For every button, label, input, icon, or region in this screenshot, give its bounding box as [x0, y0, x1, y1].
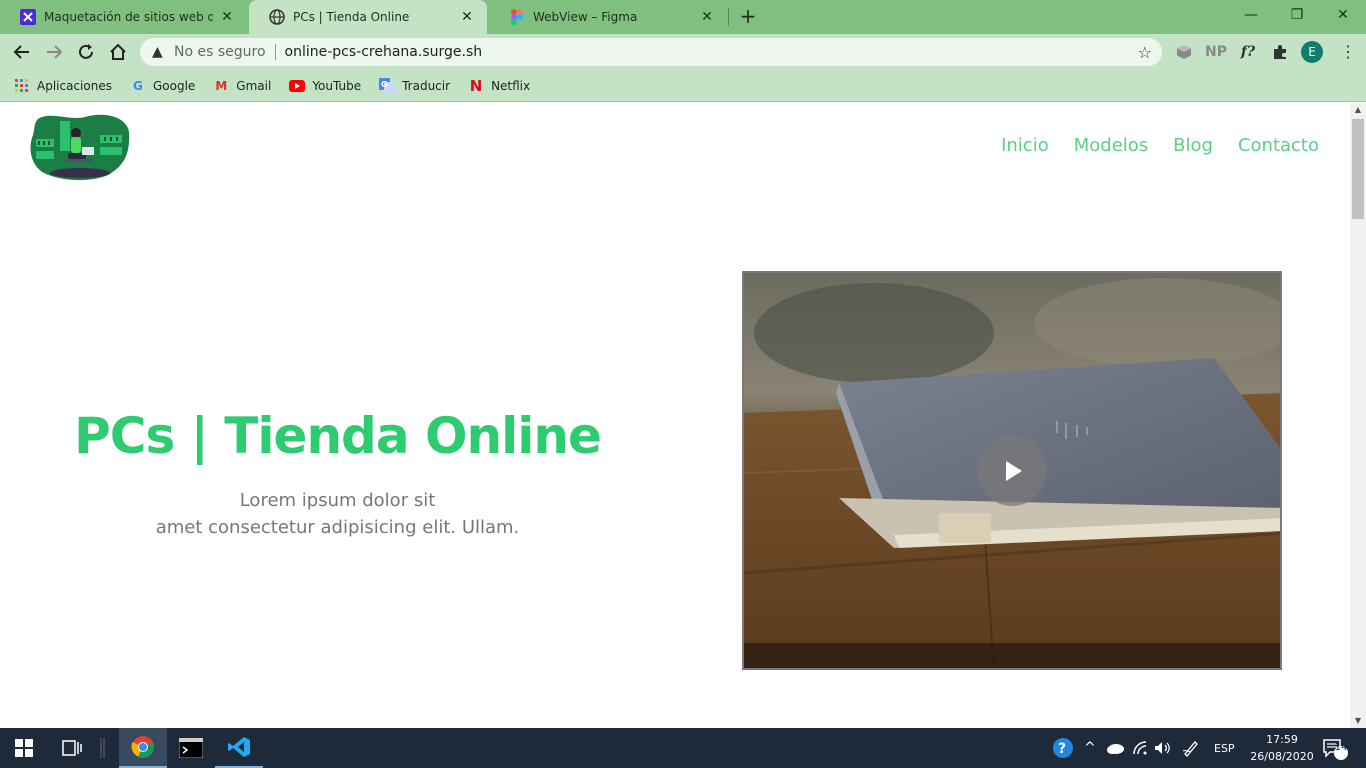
- bookmark-google[interactable]: G Google: [130, 78, 195, 94]
- hero-subtitle: Lorem ipsum dolor sit amet consectetur a…: [0, 487, 675, 541]
- bookmark-star-icon[interactable]: ☆: [1138, 43, 1152, 62]
- clock-date: 26/08/2020: [1250, 750, 1314, 763]
- cube-icon[interactable]: [1174, 42, 1194, 62]
- warning-icon[interactable]: ▲: [152, 44, 170, 60]
- scrollbar-thumb[interactable]: [1352, 119, 1364, 219]
- svg-text:G: G: [381, 80, 388, 89]
- figma-icon: [509, 9, 525, 25]
- taskbar: ? ^ ESP 17:59 26/08/2020 14: [0, 728, 1366, 768]
- hero-subtitle-line-1: Lorem ipsum dolor sit: [239, 490, 436, 511]
- tab-title: WebView – Figma: [533, 10, 638, 24]
- pen-ink-icon[interactable]: [1182, 728, 1200, 768]
- tab-title: PCs | Tienda Online: [293, 10, 410, 24]
- language-indicator[interactable]: ESP: [1214, 728, 1235, 768]
- help-icon[interactable]: ?: [1052, 728, 1074, 768]
- bookmark-youtube[interactable]: YouTube: [289, 78, 361, 94]
- hero-subtitle-line-2: amet consectetur adipisicing elit. Ullam…: [155, 517, 520, 538]
- puzzle-icon[interactable]: [1270, 42, 1290, 62]
- taskbar-divider: [100, 728, 106, 768]
- chrome-menu-icon[interactable]: ⋮: [1340, 41, 1356, 63]
- bookmark-label: Gmail: [236, 78, 272, 93]
- nav-link-blog[interactable]: Blog: [1173, 135, 1213, 156]
- main-nav: Inicio Modelos Blog Contacto: [1001, 135, 1319, 156]
- apps-grid-icon: [14, 78, 30, 94]
- play-button[interactable]: [977, 436, 1047, 506]
- bookmark-label: YouTube: [312, 78, 362, 93]
- profile-avatar[interactable]: E: [1301, 41, 1323, 63]
- bookmark-label: Aplicaciones: [37, 78, 112, 93]
- tab-strip: Maquetación de sitios web dinám ✕ PCs | …: [0, 0, 1366, 34]
- close-tab-icon[interactable]: ✕: [699, 9, 715, 25]
- tab-separator: [728, 8, 729, 26]
- tab-figma[interactable]: WebView – Figma ✕: [489, 0, 727, 34]
- gmail-icon: M: [215, 78, 228, 93]
- windows-start-icon[interactable]: [0, 728, 48, 768]
- bookmark-traducir[interactable]: G Traducir: [379, 77, 451, 94]
- tab-title: Maquetación de sitios web dinám: [44, 10, 213, 24]
- restore-button[interactable]: ❐: [1274, 0, 1320, 30]
- back-button[interactable]: [10, 40, 34, 64]
- volume-icon[interactable]: [1154, 728, 1172, 768]
- nav-link-contacto[interactable]: Contacto: [1238, 135, 1319, 156]
- tab-crehana[interactable]: Maquetación de sitios web dinám ✕: [0, 0, 247, 34]
- wifi-icon[interactable]: [1133, 728, 1149, 768]
- bookmark-label: Netflix: [491, 78, 531, 93]
- crehana-icon: [20, 9, 36, 25]
- bookmark-netflix[interactable]: N Netflix: [468, 76, 531, 95]
- scroll-down-icon[interactable]: ▼: [1350, 714, 1366, 728]
- tab-tienda-online[interactable]: PCs | Tienda Online ✕: [249, 0, 487, 34]
- hero-video[interactable]: [742, 271, 1282, 670]
- scroll-up-icon[interactable]: ▲: [1350, 103, 1366, 117]
- notification-center-icon[interactable]: 14: [1322, 728, 1350, 768]
- reload-button[interactable]: [74, 40, 98, 64]
- bookmark-label: Traducir: [402, 78, 451, 93]
- bookmark-aplicaciones[interactable]: Aplicaciones: [14, 78, 112, 94]
- omnibox-divider: [274, 44, 276, 60]
- hero-title: PCs | Tienda Online: [74, 407, 602, 465]
- page-viewport: Inicio Modelos Blog Contacto PCs | Tiend…: [0, 103, 1350, 728]
- google-icon: G: [133, 78, 143, 93]
- bookmarks-bar: Aplicaciones G Google M Gmail YouTube G …: [0, 70, 1366, 102]
- netflix-icon: N: [469, 76, 483, 95]
- clock-time: 17:59: [1266, 733, 1298, 746]
- translate-icon: G: [379, 77, 396, 94]
- svg-text:?: ?: [1058, 741, 1066, 757]
- address-bar[interactable]: ▲ No es seguro online-pcs-crehana.surge.…: [140, 38, 1162, 66]
- browser-toolbar: ▲ No es seguro online-pcs-crehana.surge.…: [0, 34, 1366, 70]
- notification-count: 14: [1334, 742, 1348, 753]
- youtube-icon: [289, 78, 306, 94]
- home-button[interactable]: [106, 40, 130, 64]
- new-tab-button[interactable]: +: [737, 5, 759, 27]
- nav-link-modelos[interactable]: Modelos: [1074, 135, 1148, 156]
- site-logo[interactable]: [30, 113, 130, 181]
- close-tab-icon[interactable]: ✕: [459, 9, 475, 25]
- forward-button[interactable]: [42, 40, 66, 64]
- close-tab-icon[interactable]: ✕: [219, 9, 235, 25]
- security-label[interactable]: No es seguro: [174, 44, 266, 60]
- terminal-taskbar-icon[interactable]: [167, 728, 215, 768]
- formula-extension-icon[interactable]: f?: [1238, 42, 1258, 62]
- vscode-taskbar-icon[interactable]: [215, 728, 263, 768]
- bookmark-gmail[interactable]: M Gmail: [213, 78, 271, 94]
- globe-icon: [269, 9, 285, 25]
- chevron-up-icon[interactable]: ^: [1084, 728, 1096, 768]
- taskbar-clock[interactable]: 17:59 26/08/2020: [1244, 731, 1320, 765]
- url-text[interactable]: online-pcs-crehana.surge.sh: [285, 44, 483, 60]
- onedrive-cloud-icon[interactable]: [1106, 728, 1124, 768]
- page-scrollbar[interactable]: ▲ ▼: [1350, 103, 1366, 728]
- nav-link-inicio[interactable]: Inicio: [1001, 135, 1049, 156]
- np-extension-icon[interactable]: NP: [1205, 42, 1227, 62]
- chrome-taskbar-icon[interactable]: [119, 728, 167, 768]
- bookmark-label: Google: [152, 78, 196, 93]
- minimize-button[interactable]: —: [1228, 0, 1274, 30]
- close-window-button[interactable]: ✕: [1320, 0, 1366, 30]
- task-view-icon[interactable]: [52, 728, 92, 768]
